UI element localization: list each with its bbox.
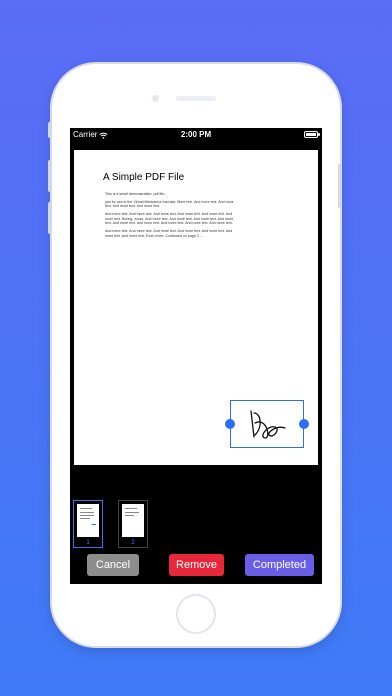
volume-down-button	[48, 202, 52, 234]
pdf-paragraph: And more text. And more text. And more t…	[105, 212, 234, 226]
signature-field[interactable]	[225, 400, 309, 448]
pdf-paragraph: And more text. And more text. And more t…	[105, 229, 233, 238]
thumbnail-number: 1	[86, 540, 90, 546]
front-camera	[152, 95, 159, 102]
home-button[interactable]	[176, 594, 216, 634]
battery-level	[306, 133, 316, 136]
thumbnail-preview	[122, 504, 144, 537]
status-bar: Carrier 2:00 PM	[70, 128, 322, 142]
pdf-body: This is a small demonstration .pdf file …	[105, 192, 235, 242]
thumbnail-page-1[interactable]: 1	[73, 500, 103, 548]
silent-switch	[48, 122, 52, 138]
page-thumbnails: 1 2	[70, 498, 322, 552]
volume-up-button	[48, 160, 52, 192]
pdf-paragraph: This is a small demonstration .pdf file …	[105, 192, 167, 196]
thumbnail-page-2[interactable]: 2	[118, 500, 148, 548]
resize-handle-right[interactable]	[299, 419, 309, 429]
app-screen: Carrier 2:00 PM A Simple PDF File This i…	[70, 128, 322, 584]
remove-button[interactable]: Remove	[169, 554, 224, 576]
resize-handle-left[interactable]	[225, 419, 235, 429]
thumbnail-number: 2	[131, 540, 135, 546]
status-time: 2:00 PM	[180, 130, 212, 139]
pdf-page-view[interactable]: A Simple PDF File This is a small demons…	[74, 150, 318, 465]
pdf-paragraph: just for use in the Virtual Mechanics tu…	[105, 199, 234, 209]
completed-button[interactable]: Completed	[245, 554, 314, 576]
pdf-title: A Simple PDF File	[103, 172, 185, 183]
thumbnail-preview	[77, 504, 99, 537]
signature-icon	[250, 410, 286, 439]
earpiece-speaker	[176, 96, 216, 101]
cancel-button[interactable]: Cancel	[87, 554, 139, 576]
battery-icon	[304, 131, 320, 138]
power-button	[338, 164, 342, 208]
